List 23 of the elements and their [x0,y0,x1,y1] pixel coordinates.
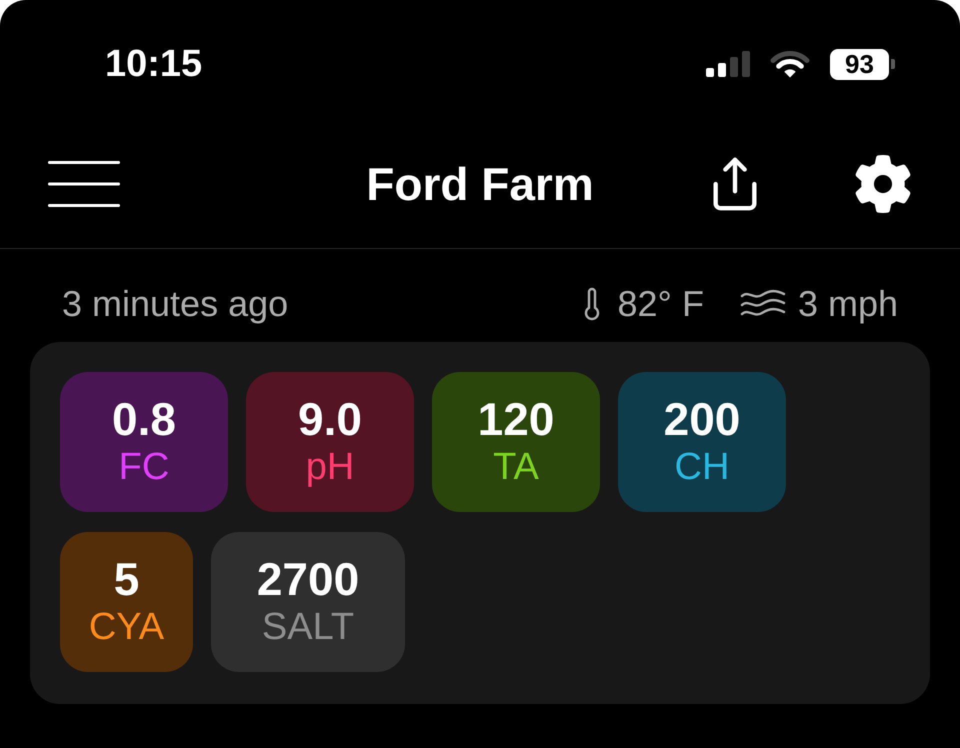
status-time: 10:15 [105,45,202,83]
battery-percentage: 93 [830,48,889,80]
reading-label: FC [118,445,170,490]
reading-value: 2700 [256,554,360,604]
reading-value: 5 [114,554,140,604]
wifi-icon [768,49,812,79]
signal-icon [706,51,750,77]
reading-label: pH [306,445,354,490]
reading-value: 0.8 [112,394,176,444]
reading-label: TA [493,445,539,490]
reading-label: CH [674,445,730,490]
reading-label: SALT [262,605,354,650]
reading-label: CYA [88,605,164,650]
reading-value: 200 [664,394,740,444]
reading-value: 9.0 [298,394,362,444]
temperature-reading: 82° F [618,286,704,322]
page-title: Ford Farm [366,161,594,207]
wind-reading: 3 mph [798,286,898,322]
wind-icon [740,288,786,318]
updated-time: 3 minutes ago [62,286,288,322]
settings-icon[interactable] [854,155,912,213]
reading-value: 120 [478,394,554,444]
menu-icon[interactable] [48,161,120,207]
